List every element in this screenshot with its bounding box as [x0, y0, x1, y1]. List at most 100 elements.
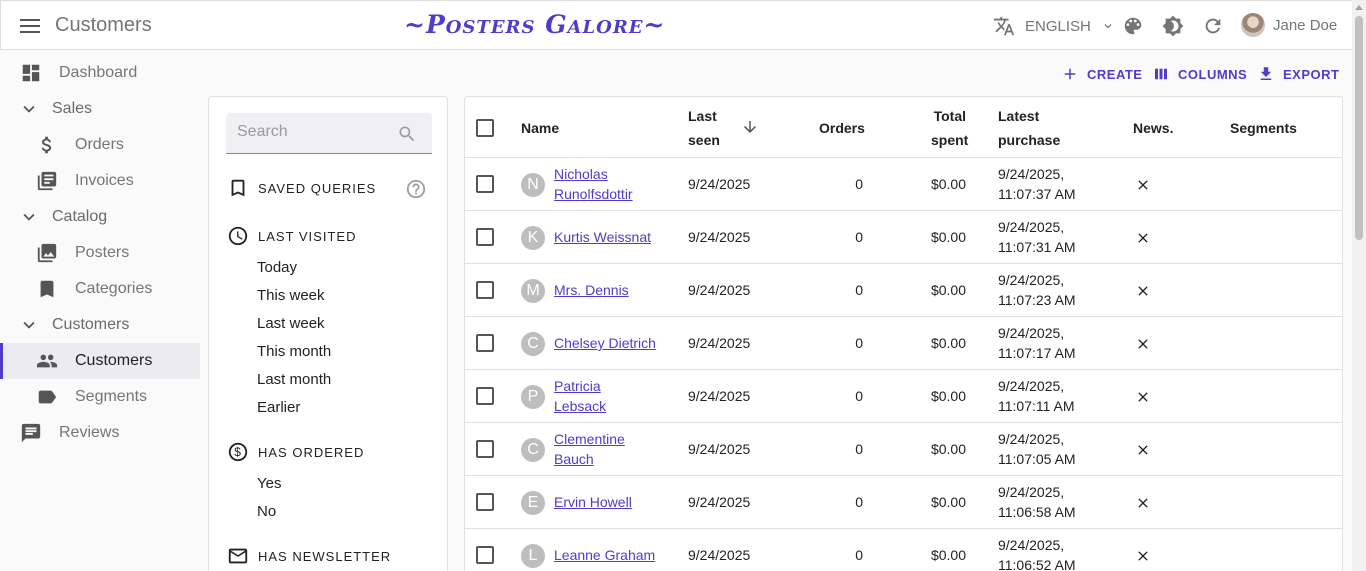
customer-name-link[interactable]: Leanne Graham — [554, 545, 664, 565]
svg-text:$: $ — [234, 445, 242, 459]
export-label: EXPORT — [1283, 66, 1340, 82]
has-newsletter-label: HAS NEWSLETTER — [258, 548, 392, 564]
user-menu[interactable]: Jane Doe — [1241, 13, 1337, 37]
create-button[interactable]: CREATE — [1061, 64, 1142, 84]
customer-name-link[interactable]: Patricia Lebsack — [554, 376, 664, 416]
avatar: C — [521, 332, 545, 356]
sidebar-item-label: Dashboard — [59, 64, 138, 81]
sidebar-item-orders[interactable]: Orders — [0, 127, 200, 163]
latest-purchase-time: 11:06:52 AM — [998, 557, 1076, 571]
columns-button[interactable]: COLUMNS — [1152, 64, 1247, 84]
filter-last-month[interactable]: Last month — [257, 371, 331, 388]
total-spent-cell: $0.00 — [930, 335, 966, 351]
table-row[interactable]: E Ervin Howell 9/24/2025 0 $0.00 9/24/2025, 11… — [465, 476, 1342, 529]
total-spent-cell: $0.00 — [930, 229, 966, 245]
customer-name-link[interactable]: Ervin Howell — [554, 492, 664, 512]
sidebar-section-sales[interactable]: Sales — [0, 91, 200, 127]
download-icon — [1260, 67, 1272, 80]
row-checkbox[interactable] — [476, 493, 494, 511]
filter-this-month[interactable]: This month — [257, 343, 331, 360]
column-header-total-line2: spent — [931, 132, 969, 148]
customer-name-link[interactable]: Mrs. Dennis — [554, 280, 664, 300]
customer-name-line1: Nicholas — [554, 166, 608, 182]
column-header-last-seen[interactable]: Last seen — [688, 104, 720, 152]
column-header-last-seen-line1: Last — [688, 108, 717, 124]
create-label: CREATE — [1087, 66, 1143, 82]
orders-cell: 0 — [855, 547, 863, 563]
column-header-total-spent[interactable]: Total spent — [931, 104, 969, 152]
avatar: C — [521, 438, 545, 462]
customer-name-link[interactable]: Kurtis Weissnat — [554, 227, 664, 247]
search-input[interactable] — [237, 113, 397, 151]
filter-ordered-yes[interactable]: Yes — [257, 475, 281, 492]
has-ordered-label: HAS ORDERED — [258, 444, 365, 460]
export-button[interactable]: EXPORT — [1257, 64, 1339, 84]
row-checkbox[interactable] — [476, 228, 494, 246]
select-all-checkbox[interactable] — [476, 119, 494, 137]
sidebar-item-label: Posters — [75, 244, 130, 261]
customer-name-line2: Runolfsdottir — [554, 186, 633, 202]
latest-purchase-date: 9/24/2025, — [998, 325, 1065, 341]
filter-this-week[interactable]: This week — [257, 287, 325, 304]
latest-purchase-cell: 9/24/2025, 11:07:23 AM — [998, 270, 1076, 310]
table-row[interactable]: K Kurtis Weissnat 9/24/2025 0 $0.00 9/24/2025… — [465, 211, 1342, 264]
sidebar-section-customers[interactable]: Customers — [0, 307, 200, 343]
row-checkbox[interactable] — [476, 175, 494, 193]
table-row[interactable]: M Mrs. Dennis 9/24/2025 0 $0.00 9/24/2025, 11:… — [465, 264, 1342, 317]
sidebar-item-segments[interactable]: Segments — [0, 379, 200, 415]
sidebar-item-invoices[interactable]: Invoices — [0, 163, 200, 199]
orders-cell: 0 — [855, 335, 863, 351]
sidebar-item-label: Customers — [75, 352, 153, 369]
chevron-down-icon — [23, 213, 35, 221]
sidebar-item-label: Catalog — [52, 208, 108, 225]
sidebar-item-reviews[interactable]: Reviews — [0, 415, 200, 451]
customer-name-link[interactable]: Clementine Bauch — [554, 429, 664, 469]
column-header-segments[interactable]: Segments — [1230, 116, 1297, 140]
table-row[interactable]: P Patricia Lebsack 9/24/2025 0 $0.00 9/24/2025… — [465, 370, 1342, 423]
sidebar-item-label: Customers — [52, 316, 130, 333]
palette-icon[interactable] — [1122, 15, 1144, 37]
row-checkbox[interactable] — [476, 281, 494, 299]
brightness-icon[interactable] — [1162, 15, 1184, 37]
last-seen-cell: 9/24/2025 — [688, 547, 751, 563]
table-row[interactable]: N Nicholas Runolfsdottir 9/24/2025 0 $0.00 9/2… — [465, 158, 1342, 211]
help-icon[interactable] — [405, 178, 427, 200]
sidebar-item-customers[interactable]: Customers — [0, 343, 200, 379]
last-visited-header: LAST VISITED — [227, 225, 356, 247]
sort-arrow-down-icon[interactable] — [741, 118, 759, 136]
column-header-orders[interactable]: Orders — [819, 116, 865, 140]
latest-purchase-time: 11:07:37 AM — [998, 186, 1076, 202]
sidebar-item-label: Categories — [75, 280, 153, 297]
column-header-latest-purchase[interactable]: Latest purchase — [998, 104, 1060, 152]
filter-ordered-no[interactable]: No — [257, 503, 276, 520]
sidebar-section-catalog[interactable]: Catalog — [0, 199, 200, 235]
latest-purchase-date: 9/24/2025, — [998, 484, 1065, 500]
customer-name-link[interactable]: Nicholas Runolfsdottir — [554, 164, 664, 204]
row-checkbox[interactable] — [476, 334, 494, 352]
sidebar-item-label: Segments — [75, 388, 148, 405]
sidebar-item-posters[interactable]: Posters — [0, 235, 200, 271]
menu-icon[interactable] — [19, 15, 41, 37]
filter-today[interactable]: Today — [257, 259, 297, 276]
filter-last-week[interactable]: Last week — [257, 315, 325, 332]
sidebar-item-categories[interactable]: Categories — [0, 271, 200, 307]
customer-name-link[interactable]: Chelsey Dietrich — [554, 333, 664, 353]
row-checkbox[interactable] — [476, 440, 494, 458]
row-checkbox[interactable] — [476, 546, 494, 564]
scrollbar-thumb[interactable] — [1355, 16, 1363, 240]
column-header-newsletter[interactable]: News. — [1133, 116, 1173, 140]
scroll-up-arrow[interactable] — [1355, 5, 1363, 10]
table-row[interactable]: L Leanne Graham 9/24/2025 0 $0.00 9/24/2025, 1… — [465, 529, 1342, 571]
sidebar-item-dashboard[interactable]: Dashboard — [0, 55, 200, 91]
column-header-last-seen-line2: seen — [688, 132, 720, 148]
avatar: M — [521, 279, 545, 303]
refresh-icon[interactable] — [1202, 15, 1224, 37]
language-selector[interactable]: ENGLISH — [993, 15, 1115, 37]
column-header-name[interactable]: Name — [521, 116, 559, 140]
search-box — [226, 113, 432, 154]
table-row[interactable]: C Clementine Bauch 9/24/2025 0 $0.00 9/24/2025… — [465, 423, 1342, 476]
filter-earlier[interactable]: Earlier — [257, 399, 300, 416]
latest-purchase-cell: 9/24/2025, 11:07:11 AM — [998, 376, 1075, 416]
row-checkbox[interactable] — [476, 387, 494, 405]
table-row[interactable]: C Chelsey Dietrich 9/24/2025 0 $0.00 9/24/202… — [465, 317, 1342, 370]
